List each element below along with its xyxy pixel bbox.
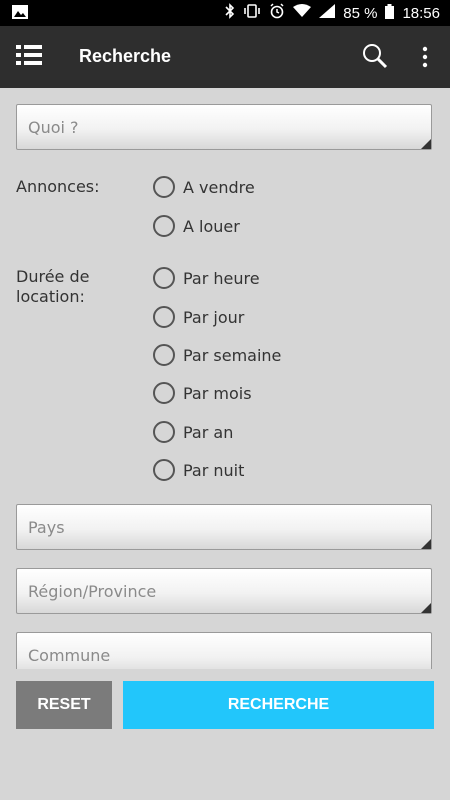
battery-icon (385, 3, 395, 23)
pays-select[interactable]: Pays (16, 504, 432, 550)
radio-circle-icon (153, 267, 175, 289)
radio-label: Par semaine (183, 345, 282, 365)
radio-circle-icon (153, 176, 175, 198)
vibrate-icon (243, 4, 261, 22)
app-bar: Recherche (0, 26, 450, 88)
radio-circle-icon (153, 215, 175, 237)
duree-label: Durée de location: (16, 267, 89, 307)
battery-percent: 85 % (343, 4, 378, 22)
dropdown-corner-icon (421, 139, 431, 149)
radio-a-vendre[interactable]: A vendre (153, 175, 255, 199)
quoi-input[interactable]: Quoi ? (16, 104, 432, 150)
radio-label: Par mois (183, 383, 252, 403)
more-options-icon[interactable] (421, 46, 429, 72)
radio-label: A louer (183, 216, 240, 236)
radio-label: Par nuit (183, 460, 245, 480)
region-select[interactable]: Région/Province (16, 568, 432, 614)
recherche-button[interactable]: RECHERCHE (123, 681, 434, 729)
duree-label-line1: Durée de (16, 267, 90, 286)
dropdown-corner-icon (421, 539, 431, 549)
radio-par-an[interactable]: Par an (153, 420, 233, 444)
reset-button[interactable]: RESET (16, 681, 112, 729)
radio-par-nuit[interactable]: Par nuit (153, 458, 244, 482)
radio-circle-icon (153, 421, 175, 443)
scroll-area-bottom: Commune (0, 620, 450, 669)
radio-circle-icon (153, 344, 175, 366)
radio-a-louer[interactable]: A louer (153, 214, 240, 238)
radio-label: A vendre (183, 177, 255, 197)
alarm-icon (269, 3, 285, 23)
radio-par-jour[interactable]: Par jour (153, 305, 244, 329)
radio-circle-icon (153, 382, 175, 404)
commune-select[interactable]: Commune (16, 632, 432, 669)
radio-par-semaine[interactable]: Par semaine (153, 343, 281, 367)
signal-icon (319, 4, 336, 22)
menu-list-icon[interactable] (16, 44, 42, 70)
bluetooth-icon (225, 3, 235, 23)
wifi-icon (293, 4, 312, 22)
pays-placeholder: Pays (28, 518, 65, 537)
radio-circle-icon (153, 306, 175, 328)
search-icon[interactable] (362, 43, 388, 73)
gallery-notification-icon (12, 5, 28, 23)
radio-label: Par an (183, 422, 234, 442)
dropdown-corner-icon (421, 603, 431, 613)
radio-label: Par jour (183, 307, 245, 327)
radio-circle-icon (153, 459, 175, 481)
region-placeholder: Région/Province (28, 582, 157, 601)
radio-label: Par heure (183, 268, 260, 288)
annonces-label: Annonces: (16, 177, 100, 196)
commune-placeholder: Commune (28, 646, 111, 665)
duree-label-line2: location: (16, 287, 85, 306)
page-title: Recherche (79, 46, 172, 66)
status-bar: 85 % 18:56 (0, 0, 450, 26)
radio-par-heure[interactable]: Par heure (153, 266, 260, 290)
quoi-placeholder: Quoi ? (28, 118, 79, 137)
clock: 18:56 (402, 4, 440, 22)
radio-par-mois[interactable]: Par mois (153, 381, 252, 405)
